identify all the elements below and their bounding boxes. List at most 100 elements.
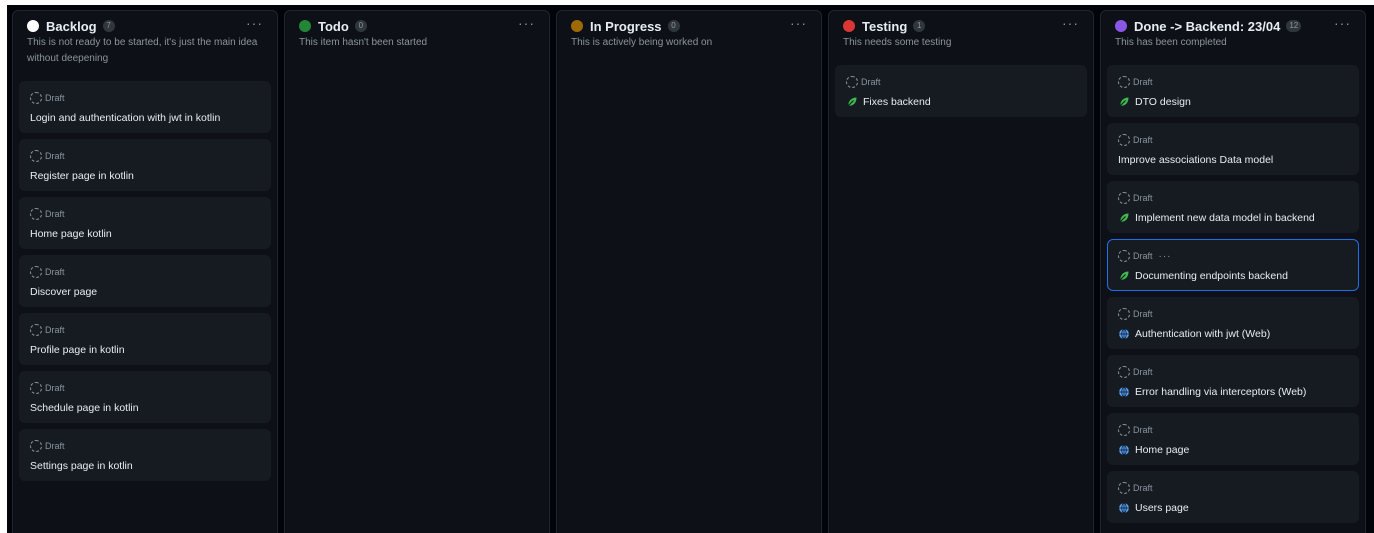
draft-label: Draft bbox=[1133, 193, 1153, 203]
draft-label: Draft bbox=[1133, 77, 1153, 87]
board-card[interactable]: Draft Error handling via interceptors (We… bbox=[1107, 355, 1359, 407]
draft-icon bbox=[1118, 134, 1130, 146]
leaf-icon bbox=[1119, 97, 1129, 107]
draft-status: Draft bbox=[1118, 423, 1358, 437]
draft-label: Draft bbox=[861, 77, 881, 87]
board-card[interactable]: Draft Login and authentication with jwt i… bbox=[19, 81, 271, 133]
column-menu-button[interactable]: ··· bbox=[1062, 15, 1079, 31]
draft-icon bbox=[30, 150, 42, 162]
card-title-row: Users page bbox=[1118, 501, 1358, 515]
card-title[interactable]: Schedule page in kotlin bbox=[30, 402, 139, 414]
item-count-badge: 0 bbox=[354, 20, 367, 32]
draft-icon bbox=[1118, 366, 1130, 378]
column-title: Done -> Backend: 23/04 bbox=[1134, 18, 1281, 34]
card-title[interactable]: Register page in kotlin bbox=[30, 170, 134, 182]
card-title-row: Schedule page in kotlin bbox=[30, 401, 270, 415]
column-title: Testing bbox=[862, 18, 908, 34]
board-card[interactable]: Draft ··· Documenting endpoints backend bbox=[1107, 239, 1359, 291]
globe-icon bbox=[1119, 328, 1129, 340]
draft-status: Draft bbox=[30, 265, 270, 279]
draft-icon bbox=[1118, 76, 1130, 88]
draft-label: Draft bbox=[1133, 367, 1153, 377]
board-card[interactable]: Draft Fixes backend bbox=[835, 65, 1087, 117]
card-title-row: Improve associations Data model bbox=[1118, 153, 1358, 167]
board-card[interactable]: Draft Register page in kotlin bbox=[19, 139, 271, 191]
draft-status: Draft bbox=[30, 439, 270, 453]
draft-icon bbox=[30, 382, 42, 394]
card-title[interactable]: Profile page in kotlin bbox=[30, 344, 125, 356]
card-list: Draft Login and authentication with jwt i… bbox=[19, 81, 271, 487]
status-color-dot bbox=[27, 20, 39, 32]
draft-status: Draft ··· bbox=[1118, 249, 1358, 263]
card-title-row: Profile page in kotlin bbox=[30, 343, 270, 357]
draft-label: Draft bbox=[1133, 425, 1153, 435]
board-card[interactable]: Draft Users page bbox=[1107, 471, 1359, 523]
card-title[interactable]: DTO design bbox=[1135, 96, 1191, 108]
status-color-dot bbox=[1115, 20, 1127, 32]
card-title[interactable]: Improve associations Data model bbox=[1118, 154, 1273, 166]
card-title[interactable]: Documenting endpoints backend bbox=[1135, 270, 1288, 282]
card-title[interactable]: Fixes backend bbox=[863, 96, 931, 108]
card-menu-button[interactable]: ··· bbox=[1159, 251, 1172, 262]
draft-label: Draft bbox=[45, 209, 65, 219]
column-menu-button[interactable]: ··· bbox=[1334, 15, 1351, 31]
column-done: Done -> Backend: 23/04 12 ··· This has been… bbox=[1100, 10, 1366, 533]
board-card[interactable]: Draft Discover page bbox=[19, 255, 271, 307]
draft-icon bbox=[1118, 250, 1130, 262]
card-title[interactable]: Authentication with jwt (Web) bbox=[1135, 328, 1270, 340]
board-card[interactable]: Draft DTO design bbox=[1107, 65, 1359, 117]
card-title-row: DTO design bbox=[1118, 95, 1358, 109]
card-title[interactable]: Home page bbox=[1135, 444, 1189, 456]
globe-icon bbox=[1119, 444, 1129, 456]
column-menu-button[interactable]: ··· bbox=[246, 15, 263, 31]
draft-label: Draft bbox=[45, 441, 65, 451]
card-title[interactable]: Discover page bbox=[30, 286, 97, 298]
draft-icon bbox=[1118, 482, 1130, 494]
item-count-badge: 12 bbox=[1286, 20, 1302, 32]
draft-status: Draft bbox=[30, 323, 270, 337]
draft-status: Draft bbox=[30, 91, 270, 105]
leaf-icon bbox=[1119, 213, 1129, 223]
board-card[interactable]: Draft Implement new data model in backend bbox=[1107, 181, 1359, 233]
card-title[interactable]: Error handling via interceptors (Web) bbox=[1135, 386, 1306, 398]
column-header: Testing 1 ··· bbox=[829, 11, 1093, 34]
card-title[interactable]: Implement new data model in backend bbox=[1135, 212, 1315, 224]
board-card[interactable]: Draft Authentication with jwt (Web) bbox=[1107, 297, 1359, 349]
draft-label: Draft bbox=[1133, 135, 1153, 145]
card-title[interactable]: Login and authentication with jwt in kot… bbox=[30, 112, 220, 124]
board-card[interactable]: Draft Settings page in kotlin bbox=[19, 429, 271, 481]
card-title-row: Login and authentication with jwt in kot… bbox=[30, 111, 270, 125]
card-list: Draft DTO design Draft Improve associations… bbox=[1107, 65, 1359, 529]
board-card[interactable]: Draft Home page kotlin bbox=[19, 197, 271, 249]
board-card[interactable]: Draft Home page bbox=[1107, 413, 1359, 465]
globe-icon bbox=[1119, 386, 1129, 398]
draft-status: Draft bbox=[1118, 307, 1358, 321]
draft-icon bbox=[1118, 308, 1130, 320]
board-card[interactable]: Draft Schedule page in kotlin bbox=[19, 371, 271, 423]
status-color-dot bbox=[299, 20, 311, 32]
draft-icon bbox=[30, 324, 42, 336]
card-title[interactable]: Home page kotlin bbox=[30, 228, 112, 240]
card-title-row: Fixes backend bbox=[846, 95, 1086, 109]
column-menu-button[interactable]: ··· bbox=[518, 15, 535, 31]
draft-status: Draft bbox=[1118, 481, 1358, 495]
column-description: This has been completed bbox=[1115, 37, 1227, 48]
column-testing: Testing 1 ··· This needs some testing Draft F… bbox=[828, 10, 1094, 533]
item-count-badge: 1 bbox=[913, 20, 926, 32]
column-description: This needs some testing bbox=[843, 37, 952, 48]
card-list: Draft Fixes backend bbox=[835, 65, 1087, 123]
card-title-row: Register page in kotlin bbox=[30, 169, 270, 183]
draft-status: Draft bbox=[30, 381, 270, 395]
draft-status: Draft bbox=[30, 149, 270, 163]
board-card[interactable]: Draft Profile page in kotlin bbox=[19, 313, 271, 365]
column-description: This is actively being worked on bbox=[571, 37, 713, 48]
column-menu-button[interactable]: ··· bbox=[790, 15, 807, 31]
card-title[interactable]: Users page bbox=[1135, 502, 1189, 514]
column-in-progress: In Progress 0 ··· This is actively being wo… bbox=[556, 10, 822, 533]
column-header: Todo 0 ··· bbox=[285, 11, 549, 34]
draft-status: Draft bbox=[846, 75, 1086, 89]
draft-icon bbox=[1118, 192, 1130, 204]
card-title-row: Authentication with jwt (Web) bbox=[1118, 327, 1358, 341]
card-title[interactable]: Settings page in kotlin bbox=[30, 460, 133, 472]
board-card[interactable]: Draft Improve associations Data model bbox=[1107, 123, 1359, 175]
